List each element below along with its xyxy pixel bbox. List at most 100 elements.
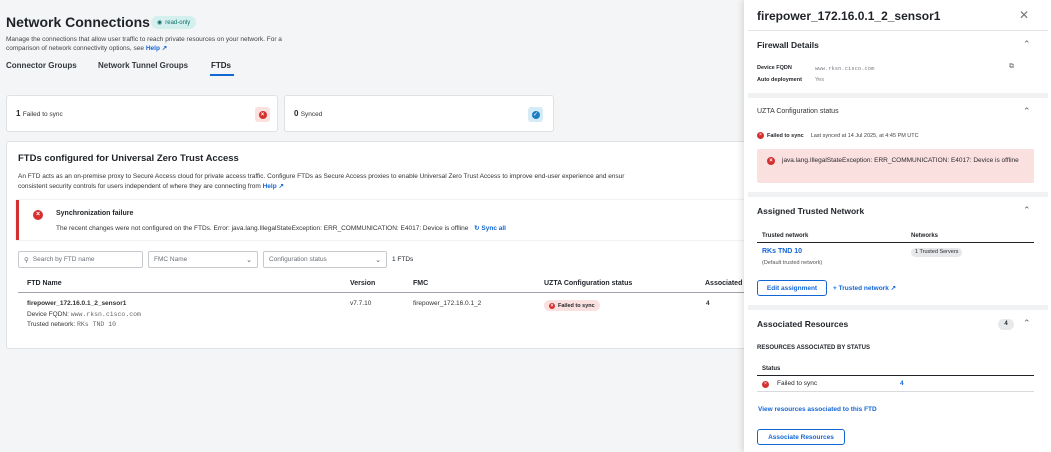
synced-card[interactable]: 0 Synced ✓: [284, 95, 554, 132]
sync-failure-alert: [16, 200, 766, 240]
section-title: FTDs configured for Universal Zero Trust…: [18, 153, 239, 164]
ftd-count: 1 FTDs: [392, 256, 414, 263]
section-separator: [748, 305, 1048, 310]
ftd-name-link[interactable]: firepower_172.16.0.1_2_sensor1: [27, 300, 126, 307]
search-icon: ⚲: [24, 256, 29, 264]
fmc-name-label: FMC Name: [154, 256, 188, 263]
add-trusted-network-link[interactable]: + Trusted network ↗: [833, 284, 896, 292]
trusted-network-link[interactable]: RKs TND 10: [762, 248, 802, 255]
col-uzta-status[interactable]: UZTA Configuration status: [544, 280, 632, 287]
error-icon: ×: [762, 381, 769, 388]
configuration-status-select[interactable]: Configuration status ⌄: [263, 251, 387, 268]
ftd-fmc: firepower_172.16.0.1_2: [413, 300, 482, 307]
chevron-down-icon: ⌄: [246, 256, 252, 264]
table-header-divider: [757, 242, 1034, 243]
error-icon: ×: [767, 157, 775, 165]
divider: [757, 391, 1034, 392]
active-tab-indicator: [210, 74, 234, 76]
last-synced: Last synced at 14 Jul 2025, at 4:45 PM U…: [810, 132, 919, 139]
firewall-details-title: Firewall Details: [757, 40, 819, 50]
table-header-divider: [757, 375, 1034, 376]
resources-subtitle: RESOURCES ASSOCIATED BY STATUS: [757, 345, 871, 351]
external-link-icon: ↗: [161, 45, 168, 52]
status-col: Status: [762, 366, 781, 372]
ftd-trusted-network: Trusted network: RKs TND 10: [27, 321, 116, 328]
section-desc-line1: An FTD acts as an on-premise proxy to Se…: [18, 173, 625, 180]
tab-connector-groups[interactable]: Connector Groups: [6, 61, 77, 70]
section-help-link[interactable]: Help ↗: [263, 183, 284, 190]
alert-error-icon: ×: [33, 210, 43, 220]
failed-to-sync-card[interactable]: 1 Failed to sync ×: [6, 95, 278, 132]
error-message-text: java.lang.IllegalStateException: ERR_COM…: [782, 157, 1019, 164]
read-only-badge: ◉ read-only: [151, 16, 197, 29]
status-badge-label: Failed to sync: [558, 302, 595, 309]
panel-title: firepower_172.16.0.1_2_sensor1: [757, 9, 941, 23]
alert-title: Synchronization failure: [56, 210, 134, 217]
error-icon: ×: [258, 110, 267, 119]
col-associated[interactable]: Associated: [705, 280, 742, 287]
copy-icon[interactable]: ⧉: [1009, 63, 1014, 71]
fmc-name-select[interactable]: FMC Name ⌄: [148, 251, 258, 268]
resources-count-badge: 4: [998, 319, 1014, 330]
associated-resources-title: Associated Resources: [757, 319, 849, 329]
error-icon: ×: [757, 132, 764, 139]
chevron-up-icon[interactable]: ⌃: [1023, 318, 1031, 329]
assigned-trusted-network-title: Assigned Trusted Network: [757, 206, 865, 216]
help-link[interactable]: Help ↗: [146, 45, 167, 52]
tab-ftds[interactable]: FTDs: [211, 61, 231, 70]
trusted-network-col: Trusted network: [762, 233, 809, 239]
page-title: Network Connections: [6, 14, 150, 30]
page-description-text: Manage the connections that allow user t…: [6, 36, 282, 52]
associated-count-link[interactable]: 4: [706, 300, 710, 307]
trusted-network-sub: (Default trusted network): [762, 260, 823, 266]
section-separator: [748, 192, 1048, 197]
uzta-status-row: × Failed to sync Last synced at 14 Jul 2…: [757, 132, 919, 139]
networks-badge: 1 Trusted Servers: [911, 248, 963, 257]
synced-count: 0 Synced: [294, 109, 323, 118]
divider: [748, 30, 1048, 31]
resource-status: Failed to sync: [777, 380, 818, 387]
page-description: Manage the connections that allow user t…: [6, 35, 306, 53]
chevron-down-icon: ⌄: [375, 256, 381, 264]
sync-all-button[interactable]: ↻ Sync all: [474, 225, 506, 232]
status-badge: × Failed to sync: [544, 300, 600, 311]
col-fmc[interactable]: FMC: [413, 280, 428, 287]
uzta-status-title: UZTA Configuration status: [757, 108, 839, 115]
close-icon[interactable]: ✕: [1019, 8, 1029, 22]
table-header-divider: [18, 292, 766, 293]
chevron-up-icon[interactable]: ⌃: [1023, 39, 1031, 50]
auto-deployment-value: Yes: [815, 77, 824, 83]
error-icon-box: ×: [255, 107, 270, 122]
ftd-version: v7.7.10: [350, 300, 372, 307]
alert-message-text: The recent changes were not configured o…: [56, 225, 469, 232]
chevron-up-icon[interactable]: ⌃: [1023, 106, 1031, 117]
check-icon-box: ✓: [528, 107, 543, 122]
search-input[interactable]: ⚲ Search by FTD name: [18, 251, 143, 268]
section-description: An FTD acts as an on-premise proxy to Se…: [18, 172, 758, 192]
edit-assignment-button[interactable]: Edit assignment: [757, 280, 827, 296]
networks-col: Networks: [911, 233, 939, 239]
check-icon: ✓: [531, 110, 540, 119]
read-only-label: read-only: [165, 19, 191, 26]
error-message-box: [757, 149, 1034, 183]
device-fqdn-label: Device FQDN: [757, 65, 792, 71]
configuration-status-label: Configuration status: [269, 256, 327, 263]
chevron-up-icon[interactable]: ⌃: [1023, 205, 1031, 216]
alert-message: The recent changes were not configured o…: [56, 224, 506, 232]
associate-resources-button[interactable]: Associate Resources: [757, 429, 845, 445]
eye-icon: ◉: [157, 20, 163, 26]
section-separator: [748, 93, 1048, 98]
auto-deployment-label: Auto deployment: [757, 77, 802, 83]
device-fqdn-value: www.rksn.cisco.com: [815, 65, 875, 72]
resource-status-count[interactable]: 4: [900, 380, 904, 387]
search-placeholder: Search by FTD name: [32, 256, 95, 263]
ftd-fqdn: Device FQDN: www.rksn.cisco.com: [27, 311, 141, 318]
col-version[interactable]: Version: [350, 280, 375, 287]
view-resources-link[interactable]: View resources associated to this FTD: [758, 406, 877, 413]
col-ftd-name[interactable]: FTD Name: [27, 280, 62, 287]
failed-count: 1 Failed to sync: [16, 109, 63, 118]
uzta-status-value: Failed to sync: [767, 132, 804, 139]
tab-network-tunnel-groups[interactable]: Network Tunnel Groups: [98, 61, 188, 70]
error-icon: ×: [549, 302, 555, 309]
section-desc-line2: consistent security controls for users i…: [18, 183, 261, 190]
